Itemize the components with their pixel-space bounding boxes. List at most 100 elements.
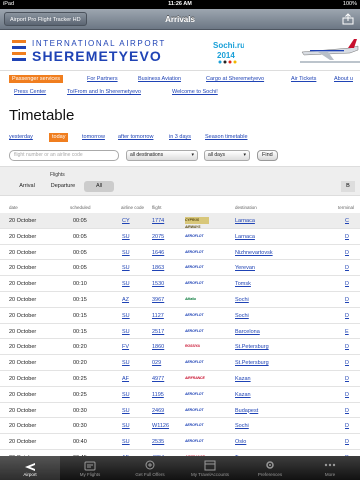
day-link-tomorrow[interactable]: tomorrow xyxy=(82,133,105,142)
share-icon[interactable] xyxy=(342,13,354,25)
destination-select[interactable]: all destinations ▾ xyxy=(126,150,198,161)
cell-terminal[interactable]: D xyxy=(345,423,349,430)
cell-destination[interactable]: Tomsk xyxy=(235,281,251,288)
cell-airline-code[interactable]: CY xyxy=(122,218,130,225)
cell-flight[interactable]: 1127 xyxy=(152,313,164,320)
cell-terminal[interactable]: D xyxy=(345,376,349,383)
menu-business-aviation[interactable]: Business Aviation xyxy=(138,75,181,83)
table-row[interactable]: 20 October 00:05 SU 1863 Yerevan D AEROFLOT xyxy=(0,260,360,277)
cell-airline-code[interactable]: SU xyxy=(122,329,130,336)
tab-more[interactable]: More xyxy=(300,456,360,480)
cell-flight[interactable]: 1530 xyxy=(152,281,164,288)
cell-destination[interactable]: Larnaca xyxy=(235,234,255,241)
cell-flight[interactable]: 1863 xyxy=(152,265,164,272)
cell-destination[interactable]: Kazan xyxy=(235,392,251,399)
tab-get-full-offers[interactable]: Get Full Offers xyxy=(120,456,180,480)
cell-destination[interactable]: Oslo xyxy=(235,439,246,446)
table-row[interactable]: 20 October 00:40 SU 2535 Oslo D AEROFLOT xyxy=(0,434,360,450)
cell-terminal[interactable]: C xyxy=(345,218,349,225)
menu-welcome-sochi[interactable]: Welcome to Sochi! xyxy=(172,88,218,96)
cell-destination[interactable]: St.Petersburg xyxy=(235,344,269,351)
flight-search-input[interactable]: flight number or an airline code xyxy=(9,150,119,161)
cell-terminal[interactable]: D xyxy=(345,234,349,241)
tab-departure[interactable]: Departure xyxy=(45,181,81,192)
cell-flight[interactable]: 1646 xyxy=(152,250,164,257)
cell-terminal[interactable]: D xyxy=(345,360,349,367)
cell-flight[interactable]: 1195 xyxy=(152,392,164,399)
table-row[interactable]: 20 October 00:25 AF 4977 Kazan D AIRFRANCE xyxy=(0,371,360,387)
cell-flight[interactable]: 2075 xyxy=(152,234,164,241)
cell-destination[interactable]: Nizhnevartovsk xyxy=(235,250,273,257)
cell-destination[interactable]: Budapest xyxy=(235,408,258,415)
day-link-after-tomorrow[interactable]: after tomorrow xyxy=(118,133,153,142)
tab-arrival[interactable]: Arrival xyxy=(12,181,42,192)
cell-airline-code[interactable]: SU xyxy=(122,250,130,257)
table-row[interactable]: 20 October 00:30 SU W1126 Sochi D AEROFLOT xyxy=(0,418,360,435)
table-row[interactable]: 20 October 00:15 AZ 3967 Sochi D Alitalia xyxy=(0,292,360,308)
day-link-season-timetable[interactable]: Season timetable xyxy=(205,133,248,142)
cell-destination[interactable]: Yerevan xyxy=(235,265,255,272)
cell-terminal[interactable]: D xyxy=(345,344,349,351)
cell-airline-code[interactable]: AF xyxy=(122,376,129,383)
cell-terminal[interactable]: D xyxy=(345,439,349,446)
cell-destination[interactable]: Larnaca xyxy=(235,218,255,225)
table-row[interactable]: 20 October 00:10 SU 1530 Tomsk D AEROFLOT xyxy=(0,276,360,292)
cell-terminal[interactable]: D xyxy=(345,297,349,304)
cell-airline-code[interactable]: FV xyxy=(122,344,129,351)
menu-for-partners[interactable]: For Partners xyxy=(87,75,118,83)
cell-flight[interactable]: 2469 xyxy=(152,408,164,415)
day-link-today[interactable]: today xyxy=(49,133,69,142)
day-link-yesterday[interactable]: yesterday xyxy=(9,133,33,142)
cell-terminal[interactable]: D xyxy=(345,250,349,257)
cell-terminal[interactable]: D xyxy=(345,281,349,288)
b-button[interactable]: B xyxy=(341,181,355,192)
tab-my-travelaccounts[interactable]: My TravelAccounts xyxy=(180,456,240,480)
cell-airline-code[interactable]: SU xyxy=(122,234,130,241)
menu-cargo[interactable]: Cargo at Sheremetyevo xyxy=(206,75,264,83)
cell-destination[interactable]: Sochi xyxy=(235,423,249,430)
table-row[interactable]: 20 October 00:25 SU 1195 Kazan D AEROFLOT xyxy=(0,387,360,403)
cell-airline-code[interactable]: SU xyxy=(122,392,130,399)
cell-flight[interactable]: 1774 xyxy=(152,218,164,225)
cell-flight[interactable]: 4977 xyxy=(152,376,164,383)
menu-about[interactable]: About u xyxy=(334,75,353,83)
cell-destination[interactable]: Sochi xyxy=(235,313,249,320)
menu-air-tickets[interactable]: Air Tickets xyxy=(291,75,316,83)
cell-terminal[interactable]: D xyxy=(345,313,349,320)
cell-airline-code[interactable]: SU xyxy=(122,265,130,272)
cell-terminal[interactable]: D xyxy=(345,408,349,415)
table-row[interactable]: 20 October 00:05 CY 1774 Larnaca C CYPRUS AIRW… xyxy=(0,213,360,229)
tab-my-flights[interactable]: My Flights xyxy=(60,456,120,480)
table-row[interactable]: 20 October 00:05 SU 1646 Nizhnevartovsk D AERO… xyxy=(0,245,360,261)
cell-terminal[interactable]: D xyxy=(345,265,349,272)
cell-terminal[interactable]: D xyxy=(345,392,349,399)
cell-airline-code[interactable]: AZ xyxy=(122,297,129,304)
tab-preferences[interactable]: Preferences xyxy=(240,456,300,480)
cell-airline-code[interactable]: SU xyxy=(122,281,130,288)
table-row[interactable]: 20 October 00:05 SU 2075 Larnaca D AEROFLOT xyxy=(0,229,360,245)
cell-airline-code[interactable]: SU xyxy=(122,360,130,367)
cell-flight[interactable]: 2535 xyxy=(152,439,164,446)
menu-passenger-services[interactable]: Passenger services xyxy=(9,75,63,83)
days-select[interactable]: all days ▾ xyxy=(204,150,250,161)
cell-destination[interactable]: Barcelona xyxy=(235,329,260,336)
tab-all[interactable]: All xyxy=(84,181,114,192)
cell-airline-code[interactable]: SU xyxy=(122,408,130,415)
cell-flight[interactable]: 029 xyxy=(152,360,161,367)
find-button[interactable]: Find xyxy=(257,150,278,161)
cell-flight[interactable]: 1860 xyxy=(152,344,164,351)
cell-flight[interactable]: W1126 xyxy=(152,423,169,430)
tab-airport[interactable]: Airport xyxy=(0,456,60,480)
cell-destination[interactable]: Sochi xyxy=(235,297,249,304)
menu-press-center[interactable]: Press Center xyxy=(14,88,46,96)
table-row[interactable]: 20 October 00:30 SU 2469 Budapest D AEROFLOT xyxy=(0,403,360,419)
cell-flight[interactable]: 2517 xyxy=(152,329,164,336)
cell-airline-code[interactable]: SU xyxy=(122,313,130,320)
cell-airline-code[interactable]: SU xyxy=(122,423,130,430)
sheremetyevo-logo[interactable]: INTERNATIONAL AIRPORT SHEREMETYEVO xyxy=(12,37,197,63)
table-row[interactable]: 20 October 00:20 FV 1860 St.Petersburg D ROSSI… xyxy=(0,339,360,356)
cell-destination[interactable]: Kazan xyxy=(235,376,251,383)
cell-destination[interactable]: St.Petersburg xyxy=(235,360,269,367)
table-row[interactable]: 20 October 00:20 SU 029 St.Petersburg D AEROFL… xyxy=(0,355,360,371)
cell-flight[interactable]: 3967 xyxy=(152,297,164,304)
